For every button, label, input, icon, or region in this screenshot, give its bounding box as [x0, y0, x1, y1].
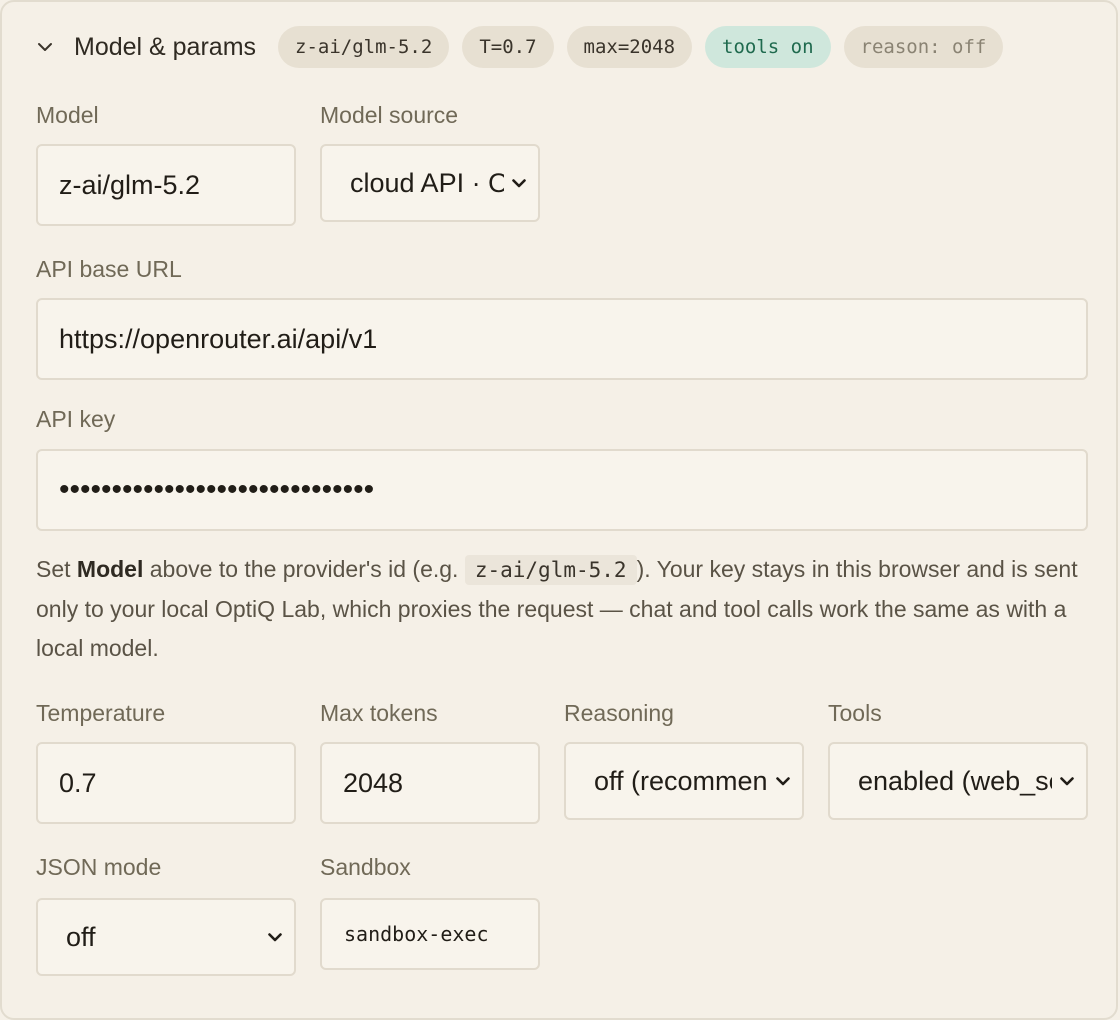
model-source-label: Model source: [320, 102, 459, 128]
model-label: Model: [36, 102, 99, 128]
sandbox-value: sandbox-exec: [344, 922, 489, 946]
help-code: z-ai/glm-5.2: [464, 555, 637, 585]
section-header[interactable]: Model & params z-ai/glm-5.2 T=0.7 max=20…: [34, 24, 1016, 70]
model-input[interactable]: z-ai/glm-5.2: [36, 144, 296, 226]
api-base-url-label: API base URL: [36, 256, 182, 282]
model-source-select[interactable]: cloud API · Op: [320, 144, 540, 222]
reasoning-select[interactable]: off (recommen: [564, 742, 804, 820]
tools-value: enabled (web_se: [858, 765, 1052, 796]
api-key-label: API key: [36, 406, 116, 432]
json-mode-value: off: [66, 921, 96, 952]
tools-select[interactable]: enabled (web_se: [828, 742, 1088, 820]
max-tokens-input[interactable]: 2048: [320, 742, 540, 824]
api-key-value: ••••••••••••••••••••••••••••••: [59, 473, 375, 506]
max-tokens-label: Max tokens: [320, 700, 438, 726]
temperature-label: Temperature: [36, 700, 166, 726]
temperature-input[interactable]: 0.7: [36, 742, 296, 824]
badge-max-tokens: max=2048: [566, 26, 693, 68]
model-source-value: cloud API · Op: [350, 167, 504, 198]
badge-tools: tools on: [705, 26, 831, 68]
api-key-input[interactable]: ••••••••••••••••••••••••••••••: [36, 449, 1088, 531]
temperature-value: 0.7: [59, 767, 97, 798]
tools-label: Tools: [828, 700, 882, 726]
api-base-url-input[interactable]: https://openrouter.ai/api/v1: [36, 298, 1088, 380]
section-title: Model & params: [74, 32, 257, 61]
chevron-down-icon[interactable]: [34, 36, 56, 58]
sandbox-field[interactable]: sandbox-exec: [320, 898, 540, 970]
json-mode-label: JSON mode: [36, 854, 162, 880]
help-text-bold: Model: [76, 556, 144, 582]
chevron-down-icon: [510, 176, 528, 190]
max-tokens-value: 2048: [343, 767, 404, 798]
reasoning-value: off (recommen: [594, 765, 768, 796]
help-text-2: above to the provider's id (e.g.: [143, 556, 465, 582]
chevron-down-icon: [774, 774, 792, 788]
chevron-down-icon: [1058, 774, 1076, 788]
api-base-url-value: https://openrouter.ai/api/v1: [59, 323, 378, 354]
chevron-down-icon: [266, 930, 284, 944]
badge-model: z-ai/glm-5.2: [278, 26, 450, 68]
api-help-text: Set Model above to the provider's id (e.…: [36, 550, 1088, 668]
badge-temperature: T=0.7: [462, 26, 554, 68]
help-text-1: Set: [36, 556, 77, 582]
json-mode-select[interactable]: off: [36, 898, 296, 976]
model-input-value: z-ai/glm-5.2: [59, 169, 201, 200]
reasoning-label: Reasoning: [564, 700, 674, 726]
sandbox-label: Sandbox: [320, 854, 411, 880]
model-params-panel: Model & params z-ai/glm-5.2 T=0.7 max=20…: [0, 0, 1118, 1020]
badge-reasoning: reason: off: [843, 26, 1004, 68]
